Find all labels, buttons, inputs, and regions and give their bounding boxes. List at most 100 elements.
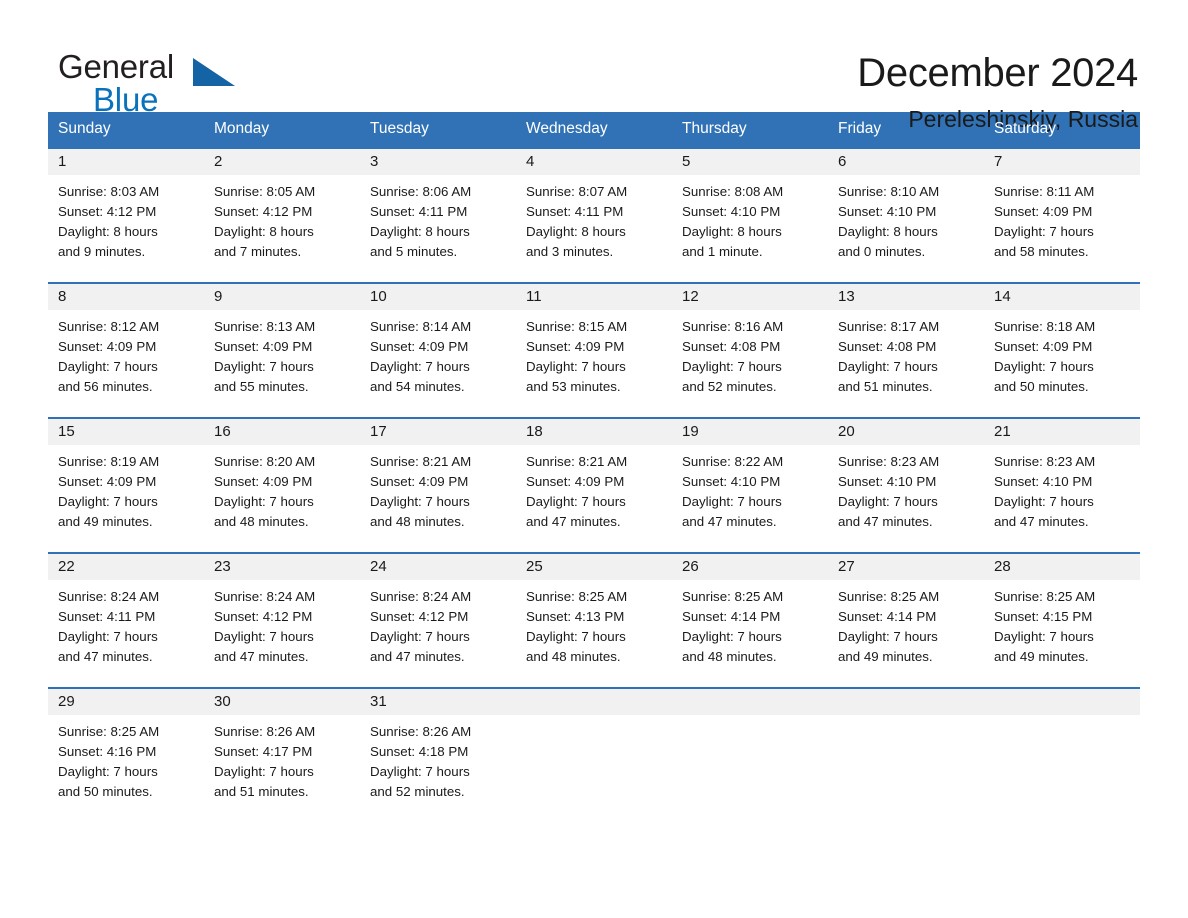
day-number: 16 (204, 419, 360, 445)
day-cell-empty (984, 687, 1140, 823)
sunset-time: Sunset: 4:09 PM (526, 339, 625, 354)
day-cell[interactable]: 30 Sunrise: 8:26 AM Sunset: 4:17 PM Dayligh… (204, 687, 360, 823)
day-cell[interactable]: 21 Sunrise: 8:23 AM Sunset: 4:10 PM Dayligh… (984, 417, 1140, 553)
sunrise-time: Sunrise: 8:24 AM (214, 589, 316, 604)
day-cell[interactable]: 25 Sunrise: 8:25 AM Sunset: 4:13 PM Dayligh… (516, 552, 672, 688)
daylight-duration-line2: and 56 minutes. (58, 379, 153, 394)
daylight-duration-line1: Daylight: 7 hours (214, 629, 314, 644)
day-cell[interactable]: 17 Sunrise: 8:21 AM Sunset: 4:09 PM Dayligh… (360, 417, 516, 553)
daylight-duration-line2: and 51 minutes. (214, 784, 309, 799)
daylight-duration-line2: and 47 minutes. (526, 514, 621, 529)
sunset-time: Sunset: 4:14 PM (838, 609, 937, 624)
day-details: Sunrise: 8:19 AM Sunset: 4:09 PM Daylight:… (48, 445, 204, 532)
day-cell[interactable]: 31 Sunrise: 8:26 AM Sunset: 4:18 PM Dayligh… (360, 687, 516, 823)
day-cell[interactable]: 11 Sunrise: 8:15 AM Sunset: 4:09 PM Dayligh… (516, 282, 672, 418)
sunrise-time: Sunrise: 8:10 AM (838, 184, 940, 199)
day-details: Sunrise: 8:21 AM Sunset: 4:09 PM Daylight:… (360, 445, 516, 532)
daylight-duration-line1: Daylight: 8 hours (682, 224, 782, 239)
day-number: 13 (828, 284, 984, 310)
day-details: Sunrise: 8:24 AM Sunset: 4:12 PM Daylight:… (360, 580, 516, 667)
daylight-duration-line1: Daylight: 7 hours (838, 629, 938, 644)
day-cell[interactable]: 20 Sunrise: 8:23 AM Sunset: 4:10 PM Dayligh… (828, 417, 984, 553)
day-cell[interactable]: 5 Sunrise: 8:08 AM Sunset: 4:10 PM Daylight… (672, 147, 828, 283)
sunrise-time: Sunrise: 8:18 AM (994, 319, 1096, 334)
daylight-duration-line1: Daylight: 7 hours (58, 359, 158, 374)
day-cell[interactable]: 14 Sunrise: 8:18 AM Sunset: 4:09 PM Dayligh… (984, 282, 1140, 418)
day-cell[interactable]: 13 Sunrise: 8:17 AM Sunset: 4:08 PM Dayligh… (828, 282, 984, 418)
day-cell[interactable]: 3 Sunrise: 8:06 AM Sunset: 4:11 PM Daylight… (360, 147, 516, 283)
day-cell[interactable]: 9 Sunrise: 8:13 AM Sunset: 4:09 PM Daylight… (204, 282, 360, 418)
daylight-duration-line2: and 48 minutes. (682, 649, 777, 664)
daylight-duration-line2: and 47 minutes. (994, 514, 1089, 529)
day-details: Sunrise: 8:25 AM Sunset: 4:14 PM Daylight:… (672, 580, 828, 667)
day-cell[interactable]: 24 Sunrise: 8:24 AM Sunset: 4:12 PM Dayligh… (360, 552, 516, 688)
daylight-duration-line1: Daylight: 7 hours (994, 224, 1094, 239)
daylight-duration-line1: Daylight: 7 hours (58, 629, 158, 644)
day-details: Sunrise: 8:23 AM Sunset: 4:10 PM Daylight:… (828, 445, 984, 532)
daylight-duration-line2: and 58 minutes. (994, 244, 1089, 259)
day-cell[interactable]: 6 Sunrise: 8:10 AM Sunset: 4:10 PM Daylight… (828, 147, 984, 283)
day-details: Sunrise: 8:13 AM Sunset: 4:09 PM Daylight:… (204, 310, 360, 397)
sunset-time: Sunset: 4:09 PM (994, 204, 1093, 219)
day-cell[interactable]: 29 Sunrise: 8:25 AM Sunset: 4:16 PM Dayligh… (48, 687, 204, 823)
daylight-duration-line2: and 1 minute. (682, 244, 763, 259)
daylight-duration-line2: and 54 minutes. (370, 379, 465, 394)
sunset-time: Sunset: 4:10 PM (838, 204, 937, 219)
daylight-duration-line1: Daylight: 7 hours (58, 494, 158, 509)
daylight-duration-line1: Daylight: 7 hours (370, 494, 470, 509)
day-cell[interactable]: 1 Sunrise: 8:03 AM Sunset: 4:12 PM Daylight… (48, 147, 204, 283)
day-cell[interactable]: 15 Sunrise: 8:19 AM Sunset: 4:09 PM Dayligh… (48, 417, 204, 553)
daylight-duration-line2: and 48 minutes. (526, 649, 621, 664)
sunset-time: Sunset: 4:09 PM (214, 339, 313, 354)
daylight-duration-line1: Daylight: 7 hours (682, 359, 782, 374)
sunset-time: Sunset: 4:12 PM (370, 609, 469, 624)
daylight-duration-line2: and 7 minutes. (214, 244, 302, 259)
day-number: 8 (48, 284, 204, 310)
daylight-duration-line1: Daylight: 7 hours (214, 359, 314, 374)
day-cell[interactable]: 7 Sunrise: 8:11 AM Sunset: 4:09 PM Daylight… (984, 147, 1140, 283)
daylight-duration-line2: and 3 minutes. (526, 244, 614, 259)
weekday-header-tuesday: Tuesday (360, 112, 516, 148)
generalblue-logo[interactable]: General Blue (48, 48, 248, 120)
day-number: 25 (516, 554, 672, 580)
sunrise-time: Sunrise: 8:17 AM (838, 319, 940, 334)
day-number: 31 (360, 689, 516, 715)
day-cell[interactable]: 27 Sunrise: 8:25 AM Sunset: 4:14 PM Dayligh… (828, 552, 984, 688)
day-number: 30 (204, 689, 360, 715)
daylight-duration-line2: and 50 minutes. (994, 379, 1089, 394)
day-cell[interactable]: 4 Sunrise: 8:07 AM Sunset: 4:11 PM Daylight… (516, 147, 672, 283)
day-number (672, 689, 828, 715)
day-cell[interactable]: 12 Sunrise: 8:16 AM Sunset: 4:08 PM Dayligh… (672, 282, 828, 418)
day-number: 29 (48, 689, 204, 715)
day-number: 7 (984, 149, 1140, 175)
day-cell[interactable]: 2 Sunrise: 8:05 AM Sunset: 4:12 PM Daylight… (204, 147, 360, 283)
day-cell[interactable]: 19 Sunrise: 8:22 AM Sunset: 4:10 PM Dayligh… (672, 417, 828, 553)
day-cell[interactable]: 16 Sunrise: 8:20 AM Sunset: 4:09 PM Dayligh… (204, 417, 360, 553)
day-cell[interactable]: 18 Sunrise: 8:21 AM Sunset: 4:09 PM Dayligh… (516, 417, 672, 553)
day-cell[interactable]: 8 Sunrise: 8:12 AM Sunset: 4:09 PM Daylight… (48, 282, 204, 418)
day-cell[interactable]: 28 Sunrise: 8:25 AM Sunset: 4:15 PM Dayligh… (984, 552, 1140, 688)
day-number (828, 689, 984, 715)
daylight-duration-line1: Daylight: 8 hours (58, 224, 158, 239)
day-cell-empty (828, 687, 984, 823)
daylight-duration-line1: Daylight: 7 hours (58, 764, 158, 779)
sunset-time: Sunset: 4:10 PM (682, 204, 781, 219)
day-details: Sunrise: 8:25 AM Sunset: 4:15 PM Daylight:… (984, 580, 1140, 667)
day-number: 17 (360, 419, 516, 445)
day-details: Sunrise: 8:07 AM Sunset: 4:11 PM Daylight:… (516, 175, 672, 262)
sunset-time: Sunset: 4:08 PM (838, 339, 937, 354)
day-details: Sunrise: 8:10 AM Sunset: 4:10 PM Daylight:… (828, 175, 984, 262)
sunrise-time: Sunrise: 8:23 AM (838, 454, 940, 469)
day-details: Sunrise: 8:18 AM Sunset: 4:09 PM Daylight:… (984, 310, 1140, 397)
sunrise-time: Sunrise: 8:14 AM (370, 319, 472, 334)
sunset-time: Sunset: 4:10 PM (994, 474, 1093, 489)
sunrise-time: Sunrise: 8:12 AM (58, 319, 160, 334)
daylight-duration-line1: Daylight: 7 hours (994, 494, 1094, 509)
sunrise-time: Sunrise: 8:24 AM (58, 589, 160, 604)
day-cell[interactable]: 23 Sunrise: 8:24 AM Sunset: 4:12 PM Dayligh… (204, 552, 360, 688)
day-cell[interactable]: 10 Sunrise: 8:14 AM Sunset: 4:09 PM Dayligh… (360, 282, 516, 418)
day-cell-empty (672, 687, 828, 823)
day-cell[interactable]: 26 Sunrise: 8:25 AM Sunset: 4:14 PM Dayligh… (672, 552, 828, 688)
day-cell[interactable]: 22 Sunrise: 8:24 AM Sunset: 4:11 PM Dayligh… (48, 552, 204, 688)
day-details: Sunrise: 8:25 AM Sunset: 4:13 PM Daylight:… (516, 580, 672, 667)
